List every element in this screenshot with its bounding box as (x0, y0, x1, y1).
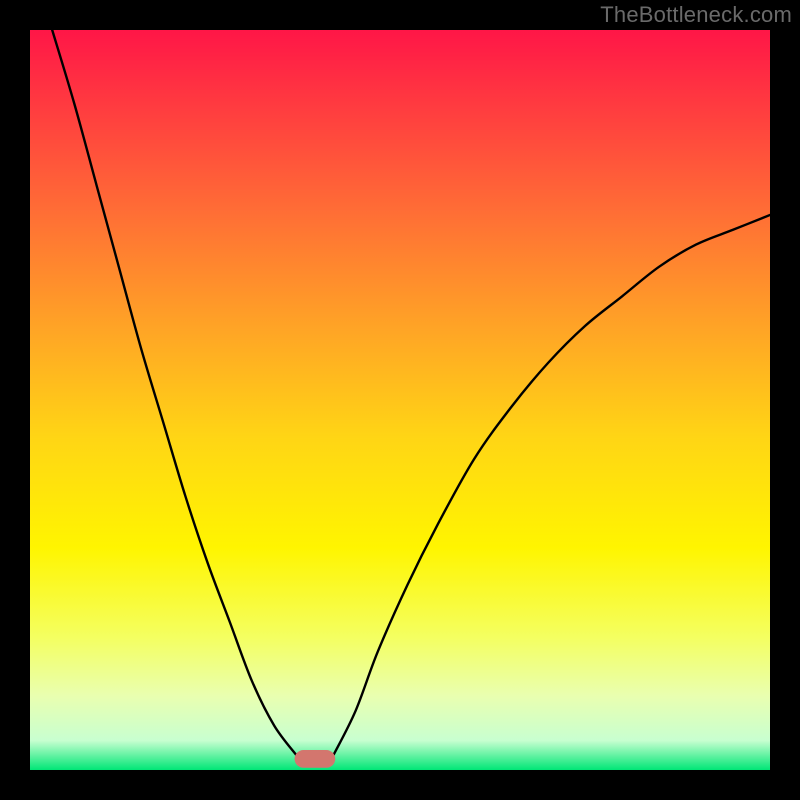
chart-svg (30, 30, 770, 770)
watermark-text: TheBottleneck.com (600, 2, 792, 28)
chart-plot-area (30, 30, 770, 770)
bottleneck-marker (295, 750, 336, 768)
chart-background (30, 30, 770, 770)
chart-frame: TheBottleneck.com (0, 0, 800, 800)
